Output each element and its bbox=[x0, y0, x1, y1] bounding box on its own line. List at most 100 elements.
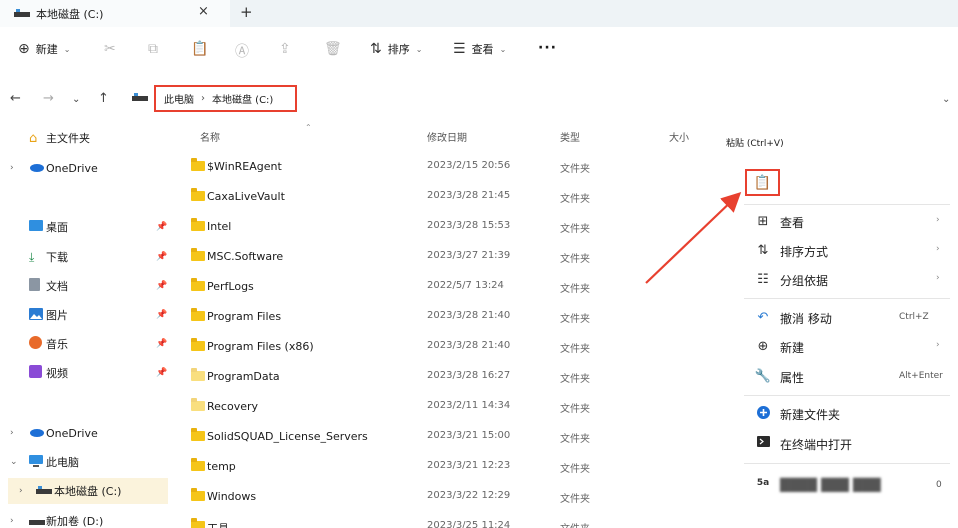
menu-divider bbox=[744, 204, 950, 205]
column-header-size[interactable]: 大小 bbox=[669, 129, 689, 144]
menu-item-new-folder[interactable]: 新建文件夹 bbox=[736, 400, 958, 428]
cut-icon: ✂ bbox=[104, 41, 116, 57]
chevron-right-icon[interactable]: › bbox=[10, 163, 14, 173]
file-row[interactable]: MSC.Software 2023/3/27 21:39 文件夹 bbox=[183, 242, 713, 272]
sidebar-item-home[interactable]: ⌂ 主文件夹 bbox=[0, 125, 180, 151]
context-paste-button[interactable]: 📋 bbox=[745, 169, 780, 196]
sort-button[interactable]: ⇅ 排序 ⌄ bbox=[370, 41, 422, 57]
file-name: SolidSQUAD_License_Servers bbox=[207, 430, 368, 443]
breadcrumb-this-pc[interactable]: 此电脑 bbox=[164, 91, 194, 106]
file-row[interactable]: Program Files (x86) 2023/3/28 21:40 文件夹 bbox=[183, 332, 713, 362]
file-type: 文件夹 bbox=[560, 224, 590, 235]
sort-icon: ⇅ bbox=[757, 243, 769, 258]
column-header-type[interactable]: 类型 bbox=[560, 129, 580, 144]
file-type: 文件夹 bbox=[560, 284, 590, 295]
file-row[interactable]: Intel 2023/3/28 15:53 文件夹 bbox=[183, 212, 713, 242]
file-row[interactable]: Recovery 2023/2/11 14:34 文件夹 bbox=[183, 392, 713, 422]
breadcrumb-local-disk-c[interactable]: 本地磁盘 (C:) bbox=[212, 91, 273, 106]
close-tab-icon[interactable]: × bbox=[198, 4, 209, 19]
pin-icon[interactable]: 📌 bbox=[156, 222, 167, 232]
delete-button[interactable]: 🗑 bbox=[324, 41, 342, 57]
file-row[interactable]: SolidSQUAD_License_Servers 2023/3/21 15:0… bbox=[183, 422, 713, 452]
file-row[interactable]: PerfLogs 2022/5/7 13:24 文件夹 bbox=[183, 272, 713, 302]
new-button[interactable]: ⊕ 新建 ⌄ bbox=[18, 41, 70, 57]
menu-item-open-in-terminal[interactable]: 在终端中打开 bbox=[736, 430, 958, 458]
cut-button[interactable]: ✂ bbox=[104, 41, 116, 57]
sidebar-item-this-pc[interactable]: ⌄ 此电脑 bbox=[0, 449, 180, 475]
file-date: 2023/3/21 15:00 bbox=[427, 430, 511, 441]
menu-item-sort-by[interactable]: ⇅ 排序方式 › bbox=[736, 237, 958, 265]
paste-button[interactable]: 📋 bbox=[191, 41, 208, 57]
title-bar: 本地磁盘 (C:) × + bbox=[0, 0, 958, 27]
recent-locations-chevron-icon[interactable]: ⌄ bbox=[72, 94, 80, 105]
forward-arrow-icon[interactable]: → bbox=[43, 91, 54, 106]
chevron-right-icon[interactable]: › bbox=[10, 428, 14, 438]
menu-divider bbox=[744, 298, 950, 299]
file-row[interactable]: Windows 2023/3/22 12:29 文件夹 bbox=[183, 482, 713, 512]
breadcrumb[interactable]: 此电脑 › 本地磁盘 (C:) bbox=[154, 85, 297, 112]
address-history-chevron-icon[interactable]: ⌄ bbox=[942, 94, 950, 105]
file-date: 2023/2/15 20:56 bbox=[427, 160, 511, 171]
back-arrow-icon[interactable]: ← bbox=[10, 91, 21, 106]
folder-icon bbox=[191, 488, 205, 501]
chevron-right-icon[interactable]: › bbox=[10, 516, 14, 526]
menu-item-undo-move[interactable]: ↶ 撤消 移动 Ctrl+Z bbox=[736, 304, 958, 332]
paste-tooltip: 粘贴 (Ctrl+V) bbox=[726, 139, 784, 149]
chevron-right-icon[interactable]: › bbox=[19, 486, 23, 496]
view-button[interactable]: ☰ 查看 ⌄ bbox=[453, 41, 506, 57]
pin-icon[interactable]: 📌 bbox=[156, 252, 167, 262]
menu-item-group-by[interactable]: ☷ 分组依据 › bbox=[736, 266, 958, 294]
rename-button[interactable]: Ⓐ bbox=[235, 41, 249, 61]
tab-title: 本地磁盘 (C:) bbox=[36, 8, 104, 21]
sidebar-item-music[interactable]: 音乐 📌 bbox=[0, 331, 180, 357]
column-header-date[interactable]: 修改日期 bbox=[427, 129, 467, 144]
file-type: 文件夹 bbox=[560, 164, 590, 175]
column-header-name[interactable]: 名称 bbox=[200, 129, 220, 144]
file-row[interactable]: Program Files 2023/3/28 21:40 文件夹 bbox=[183, 302, 713, 332]
file-row[interactable]: temp 2023/3/21 12:23 文件夹 bbox=[183, 452, 713, 482]
sidebar-item-desktop[interactable]: 桌面 📌 bbox=[0, 214, 180, 240]
pin-icon[interactable]: 📌 bbox=[156, 310, 167, 320]
sidebar-item-onedrive-2[interactable]: › OneDrive bbox=[0, 420, 180, 446]
file-row[interactable]: $WinREAgent 2023/2/15 20:56 文件夹 bbox=[183, 152, 713, 182]
sort-ascending-icon: ⌃ bbox=[305, 123, 312, 132]
file-date: 2023/3/25 11:24 bbox=[427, 520, 511, 528]
copy-icon: ⧉ bbox=[148, 41, 158, 57]
copy-button[interactable]: ⧉ bbox=[148, 41, 158, 57]
file-row[interactable]: ProgramData 2023/3/28 16:27 文件夹 bbox=[183, 362, 713, 392]
folder-icon bbox=[191, 398, 205, 411]
share-button[interactable]: ⇪ bbox=[279, 41, 291, 57]
pin-icon[interactable]: 📌 bbox=[156, 281, 167, 291]
file-date: 2023/3/28 21:40 bbox=[427, 310, 511, 321]
sidebar-item-videos[interactable]: 视频 📌 bbox=[0, 360, 180, 386]
menu-item-view[interactable]: ⊞ 查看 › bbox=[736, 208, 958, 236]
menu-item-new[interactable]: ⊕ 新建 › bbox=[736, 333, 958, 361]
more-options-button[interactable]: ··· bbox=[538, 40, 557, 56]
drive-icon bbox=[36, 485, 52, 498]
sidebar-item-local-disk-c[interactable]: › 本地磁盘 (C:) bbox=[8, 478, 168, 504]
file-date: 2023/3/28 15:53 bbox=[427, 220, 511, 231]
file-row[interactable]: CaxaLiveVault 2023/3/28 21:45 文件夹 bbox=[183, 182, 713, 212]
plus-circle-icon: ⊕ bbox=[18, 41, 30, 57]
chevron-down-icon[interactable]: ⌄ bbox=[10, 457, 18, 467]
sidebar-item-pictures[interactable]: 图片 📌 bbox=[0, 302, 180, 328]
file-name: Program Files bbox=[207, 310, 282, 323]
file-date: 2023/2/11 14:34 bbox=[427, 400, 511, 411]
file-date: 2023/3/28 16:27 bbox=[427, 370, 511, 381]
folder-icon bbox=[191, 188, 205, 201]
sidebar-item-new-volume-d[interactable]: › 新加卷 (D:) bbox=[0, 508, 180, 528]
sidebar-item-documents[interactable]: 文档 📌 bbox=[0, 273, 180, 299]
tab-local-disk-c[interactable]: 本地磁盘 (C:) × bbox=[0, 0, 230, 27]
pin-icon[interactable]: 📌 bbox=[156, 339, 167, 349]
new-tab-icon[interactable]: + bbox=[240, 3, 253, 21]
pin-icon[interactable]: 📌 bbox=[156, 368, 167, 378]
file-row[interactable]: 工具 2023/3/25 11:24 文件夹 bbox=[183, 512, 713, 528]
sidebar-item-onedrive[interactable]: › OneDrive bbox=[0, 155, 180, 181]
up-arrow-icon[interactable]: ↑ bbox=[98, 91, 109, 106]
menu-item-blurred[interactable]: 5a ████ ███ ███ 0 bbox=[736, 472, 958, 500]
menu-item-properties[interactable]: 🔧 属性 Alt+Enter bbox=[736, 363, 958, 391]
blurred-label: ████ ███ ███ bbox=[780, 478, 881, 492]
navigation-bar: ← → ⌄ ↑ 此电脑 › 本地磁盘 (C:) ⌄ bbox=[0, 75, 958, 123]
command-bar: ⊕ 新建 ⌄ ✂ ⧉ 📋 Ⓐ ⇪ 🗑 ⇅ 排序 ⌄ ☰ 查看 ⌄ ··· bbox=[0, 27, 958, 75]
sidebar-item-downloads[interactable]: ⤓ 下载 📌 bbox=[0, 244, 180, 270]
